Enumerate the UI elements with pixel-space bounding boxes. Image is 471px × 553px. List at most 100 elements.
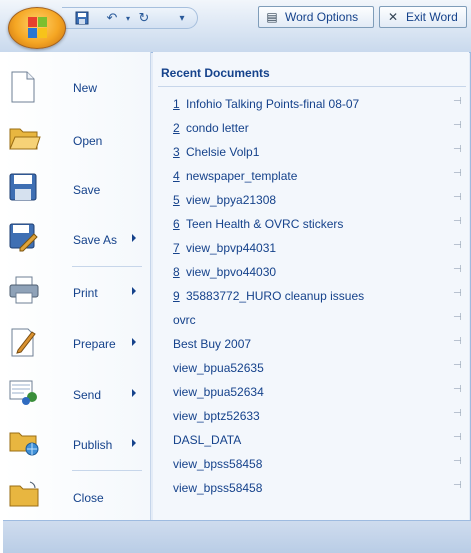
save-as-icon bbox=[8, 222, 44, 258]
pin-icon[interactable]: ⊣ bbox=[453, 264, 462, 275]
pin-icon[interactable]: ⊣ bbox=[453, 408, 462, 419]
pin-icon[interactable]: ⊣ bbox=[453, 96, 462, 107]
printer-icon bbox=[8, 275, 44, 311]
prepare-label: Prepare bbox=[73, 337, 116, 351]
close-folder-icon bbox=[8, 480, 44, 516]
submenu-arrow-icon bbox=[132, 439, 136, 447]
recent-document-item[interactable]: 7 view_bpvp44031 ⊣ bbox=[153, 236, 469, 258]
options-icon: ▤ bbox=[266, 10, 278, 24]
recent-document-item[interactable]: DASL_DATA ⊣ bbox=[153, 428, 469, 450]
pin-icon[interactable]: ⊣ bbox=[453, 120, 462, 131]
submenu-arrow-icon bbox=[132, 338, 136, 346]
pin-icon[interactable]: ⊣ bbox=[453, 456, 462, 467]
publish-label: Publish bbox=[73, 438, 113, 452]
office-logo-icon bbox=[28, 17, 48, 39]
close-command[interactable]: Close bbox=[8, 478, 148, 518]
recent-document-item[interactable]: view_bpua52634 ⊣ bbox=[153, 380, 469, 402]
recent-document-item[interactable]: ovrc ⊣ bbox=[153, 308, 469, 330]
save-icon bbox=[8, 172, 44, 208]
save-as-command[interactable]: Save As bbox=[8, 220, 148, 260]
recent-document-item[interactable]: Best Buy 2007 ⊣ bbox=[153, 332, 469, 354]
redo-icon[interactable]: ↻ bbox=[136, 11, 152, 27]
pin-icon[interactable]: ⊣ bbox=[453, 144, 462, 155]
recent-document-name: Chelsie Volp1 bbox=[186, 145, 260, 159]
pin-icon[interactable]: ⊣ bbox=[453, 288, 462, 299]
separator bbox=[72, 266, 142, 267]
submenu-arrow-icon bbox=[132, 287, 136, 295]
office-button[interactable] bbox=[8, 7, 66, 49]
save-label: Save bbox=[73, 183, 101, 197]
pin-icon[interactable]: ⊣ bbox=[453, 480, 462, 491]
recent-document-name: condo letter bbox=[186, 121, 249, 135]
separator bbox=[72, 470, 142, 471]
close-label: Close bbox=[73, 491, 104, 505]
word-options-label: Word Options bbox=[285, 10, 359, 24]
close-icon: ✕ bbox=[387, 10, 399, 24]
recent-document-name: view_bpua52635 bbox=[173, 361, 264, 375]
recent-document-item[interactable]: view_bptz52633 ⊣ bbox=[153, 404, 469, 426]
undo-icon[interactable]: ↶ bbox=[104, 11, 120, 27]
recent-document-name: view_bptz52633 bbox=[173, 409, 260, 423]
submenu-arrow-icon bbox=[132, 234, 136, 242]
pin-icon[interactable]: ⊣ bbox=[453, 168, 462, 179]
recent-document-name: DASL_DATA bbox=[173, 433, 242, 447]
recent-document-number: 2 bbox=[173, 121, 180, 135]
save-icon[interactable] bbox=[74, 11, 90, 27]
new-document-icon bbox=[8, 70, 44, 106]
pin-icon[interactable]: ⊣ bbox=[453, 384, 462, 395]
send-command[interactable]: Send bbox=[8, 375, 148, 415]
save-as-label: Save As bbox=[73, 233, 118, 247]
recent-document-name: newspaper_template bbox=[186, 169, 298, 183]
new-label: New bbox=[73, 81, 98, 95]
pin-icon[interactable]: ⊣ bbox=[453, 216, 462, 227]
recent-document-number: 7 bbox=[173, 241, 180, 255]
prepare-command[interactable]: Prepare bbox=[8, 324, 148, 364]
recent-document-item[interactable]: 2 condo letter ⊣ bbox=[153, 116, 469, 138]
recent-document-item[interactable]: 1 Infohio Talking Points-final 08-07 ⊣ bbox=[153, 92, 469, 114]
new-command[interactable]: New bbox=[8, 68, 148, 108]
exit-word-button[interactable]: ✕ Exit Word bbox=[379, 6, 467, 28]
recent-document-name: view_bpss58458 bbox=[173, 481, 263, 495]
recent-document-name: view_bpua52634 bbox=[173, 385, 264, 399]
open-command[interactable]: Open bbox=[8, 121, 148, 161]
recent-document-item[interactable]: 3 Chelsie Volp1 ⊣ bbox=[153, 140, 469, 162]
publish-icon bbox=[8, 427, 44, 463]
recent-document-name: view_bpvp44031 bbox=[186, 241, 277, 255]
pin-icon[interactable]: ⊣ bbox=[453, 336, 462, 347]
recent-document-number: 5 bbox=[173, 193, 180, 207]
undo-dropdown-icon[interactable]: ▾ bbox=[120, 11, 136, 27]
pin-icon[interactable]: ⊣ bbox=[453, 192, 462, 203]
customize-qat-icon[interactable]: ▾ bbox=[174, 11, 190, 27]
pin-icon[interactable]: ⊣ bbox=[453, 432, 462, 443]
send-icon bbox=[8, 377, 44, 413]
quick-access-toolbar: ↶ ▾ ↻ ▾ bbox=[62, 7, 198, 29]
recent-document-item[interactable]: view_bpss58458 ⊣ bbox=[153, 452, 469, 474]
open-label: Open bbox=[73, 134, 103, 148]
recent-document-name: Infohio Talking Points-final 08-07 bbox=[186, 97, 360, 111]
save-command[interactable]: Save bbox=[8, 170, 148, 210]
recent-document-name: 35883772_HURO cleanup issues bbox=[186, 289, 365, 303]
print-command[interactable]: Print bbox=[8, 273, 148, 313]
recent-document-item[interactable]: 4 newspaper_template ⊣ bbox=[153, 164, 469, 186]
publish-command[interactable]: Publish bbox=[8, 425, 148, 465]
recent-document-item[interactable]: 8 view_bpvo44030 ⊣ bbox=[153, 260, 469, 282]
recent-document-number: 6 bbox=[173, 217, 180, 231]
recent-document-number: 4 bbox=[173, 169, 180, 183]
recent-document-name: view_bpya21308 bbox=[186, 193, 277, 207]
recent-document-item[interactable]: 5 view_bpya21308 ⊣ bbox=[153, 188, 469, 210]
recent-document-item[interactable]: view_bpss58458 ⊣ bbox=[153, 476, 469, 498]
pin-icon[interactable]: ⊣ bbox=[453, 312, 462, 323]
pin-icon[interactable]: ⊣ bbox=[453, 360, 462, 371]
separator bbox=[158, 86, 466, 87]
word-options-button[interactable]: ▤ Word Options bbox=[258, 6, 374, 28]
recent-document-name: view_bpss58458 bbox=[173, 457, 263, 471]
open-folder-icon bbox=[8, 123, 44, 159]
recent-document-item[interactable]: 9 35883772_HURO cleanup issues ⊣ bbox=[153, 284, 469, 306]
submenu-arrow-icon bbox=[132, 389, 136, 397]
print-label: Print bbox=[73, 286, 98, 300]
recent-document-item[interactable]: 6 Teen Health & OVRC stickers ⊣ bbox=[153, 212, 469, 234]
recent-document-name: ovrc bbox=[173, 313, 196, 327]
pin-icon[interactable]: ⊣ bbox=[453, 240, 462, 251]
recent-document-item[interactable]: view_bpua52635 ⊣ bbox=[153, 356, 469, 378]
send-label: Send bbox=[73, 388, 102, 402]
